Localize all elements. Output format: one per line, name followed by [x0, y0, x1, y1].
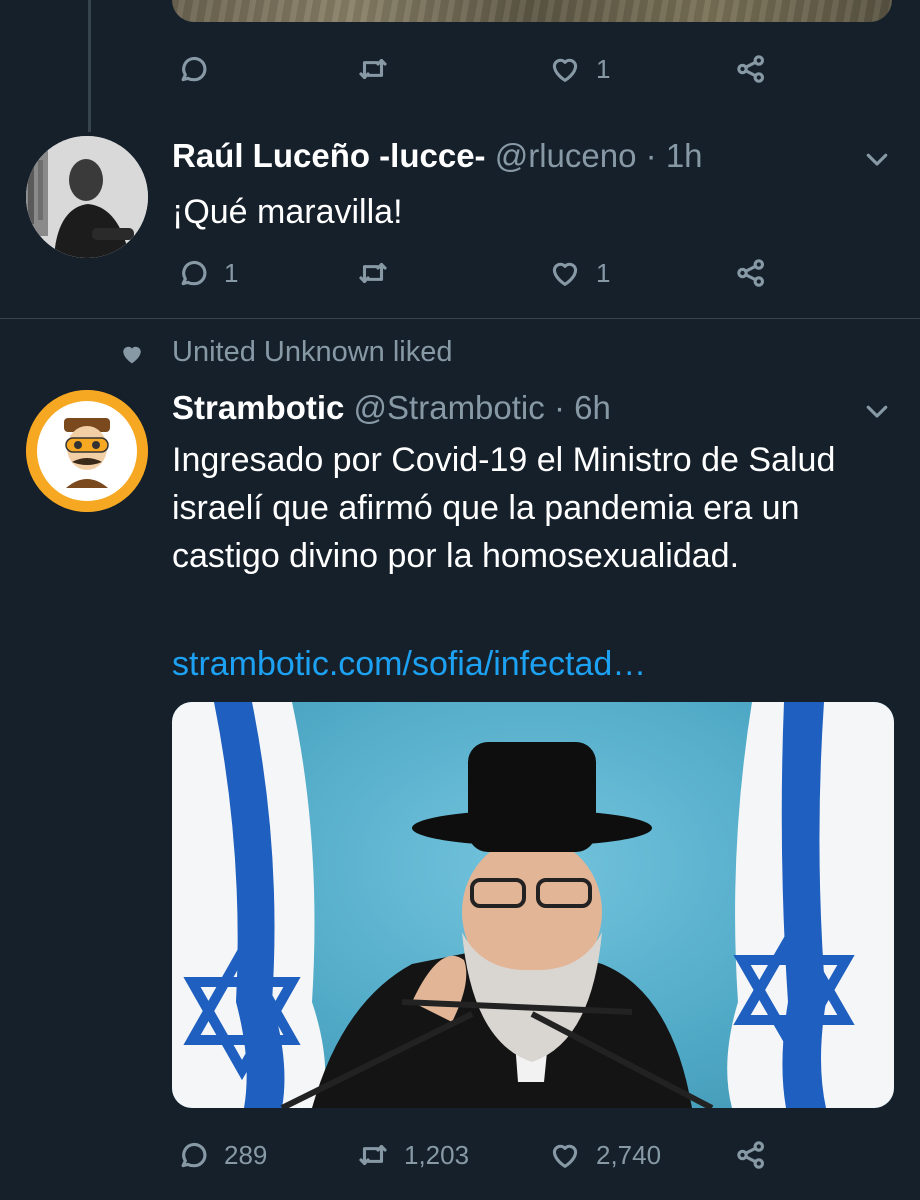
share-button[interactable] — [734, 248, 768, 298]
avatar[interactable] — [26, 390, 148, 512]
retweet-icon — [359, 58, 387, 80]
retweet-icon — [359, 1144, 387, 1166]
heart-icon — [552, 58, 578, 82]
timeline: 1 Raúl Luceño -lucce- @rluceno · 1h ¡Qué… — [0, 0, 920, 1200]
tweet-media-image[interactable] — [172, 0, 892, 22]
more-options-button[interactable] — [862, 396, 892, 426]
reply-button[interactable]: 1 — [176, 248, 238, 298]
avatar[interactable] — [26, 136, 148, 258]
share-icon — [737, 1141, 765, 1169]
like-count: 1 — [596, 257, 611, 288]
retweet-button[interactable] — [356, 248, 404, 298]
like-button[interactable]: 1 — [548, 248, 610, 298]
separator: · — [553, 389, 565, 426]
more-options-button[interactable] — [862, 144, 892, 174]
tweet-media-image[interactable] — [172, 702, 894, 1108]
reply-icon — [181, 56, 207, 82]
tweet-header: Raúl Luceño -lucce- @rluceno · 1h — [172, 137, 703, 175]
retweet-count: 1,203 — [404, 1139, 470, 1170]
retweet-button[interactable] — [356, 44, 404, 94]
reply-icon — [181, 260, 207, 286]
reply-icon — [181, 1142, 207, 1168]
reply-count: 1 — [224, 257, 239, 288]
reply-button[interactable]: 289 — [176, 1130, 267, 1180]
tweet-link[interactable]: strambotic.com/sofia/infectad… — [172, 645, 646, 684]
tweet-text: Ingresado por Covid-19 el Ministro de Sa… — [172, 441, 836, 575]
author-name[interactable]: Raúl Luceño -lucce- — [172, 137, 486, 174]
tweet-time[interactable]: 1h — [666, 137, 703, 174]
share-button[interactable] — [734, 44, 768, 94]
tweet-actions-bar: 289 1,203 2,740 — [172, 1130, 892, 1180]
thread-connector-line — [88, 0, 91, 132]
tweet-divider — [0, 318, 920, 319]
chevron-down-icon — [866, 405, 888, 418]
social-context[interactable]: United Unknown liked — [172, 336, 452, 369]
separator: · — [645, 137, 657, 174]
retweet-icon — [359, 262, 387, 284]
like-button[interactable]: 2,740 — [548, 1130, 661, 1180]
tweet-header: Strambotic @Strambotic · 6h — [172, 389, 611, 427]
chevron-down-icon — [866, 153, 888, 166]
tweet-text: ¡Qué maravilla! — [172, 193, 403, 231]
author-handle[interactable]: @Strambotic — [354, 389, 545, 426]
like-count: 2,740 — [596, 1139, 662, 1170]
like-button[interactable]: 1 — [548, 44, 610, 94]
retweet-button[interactable]: 1,203 — [356, 1130, 469, 1180]
heart-icon — [123, 346, 141, 364]
heart-icon — [552, 262, 578, 286]
author-name[interactable]: Strambotic — [172, 389, 344, 426]
heart-icon — [552, 1144, 578, 1168]
like-count: 1 — [596, 53, 611, 84]
tweet-actions-bar: 1 1 — [172, 248, 892, 298]
reply-count: 289 — [224, 1139, 268, 1170]
tweet-time[interactable]: 6h — [574, 389, 611, 426]
share-icon — [737, 55, 765, 83]
share-icon — [737, 259, 765, 287]
tweet-actions-bar: 1 — [172, 44, 892, 94]
share-button[interactable] — [734, 1130, 768, 1180]
author-handle[interactable]: @rluceno — [495, 137, 637, 174]
reply-button[interactable] — [176, 44, 224, 94]
